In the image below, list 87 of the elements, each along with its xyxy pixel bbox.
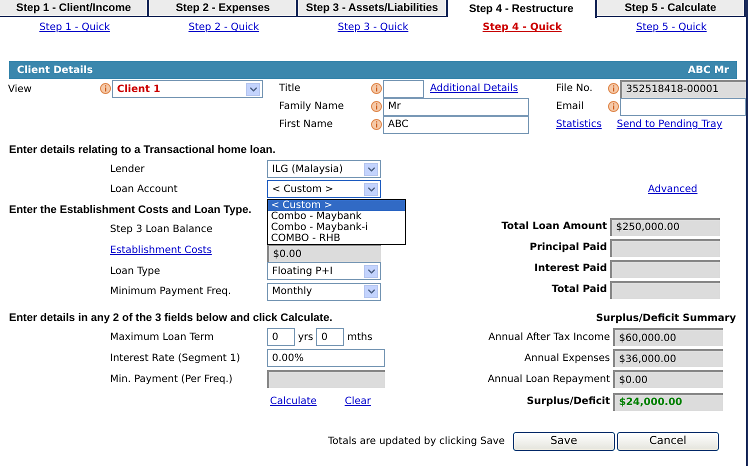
- quick-link[interactable]: Step 4 - Quick: [482, 20, 562, 36]
- field-label: Maximum Loan Term: [110, 330, 215, 344]
- file-number-field[interactable]: 352518418-00001: [620, 80, 746, 98]
- info-icon: [371, 119, 382, 130]
- step-tab[interactable]: Step 5 - Calculate: [596, 0, 746, 16]
- total-label: Principal Paid: [528, 241, 608, 255]
- total-field[interactable]: [610, 260, 720, 278]
- chevron-down-icon: [364, 162, 378, 176]
- field-label: Loan Type: [110, 264, 162, 278]
- quick-link[interactable]: Step 1 - Quick: [39, 20, 110, 36]
- step-tab[interactable]: Step 2 - Expenses: [149, 0, 298, 16]
- chevron-down-icon: [246, 82, 260, 96]
- total-field[interactable]: [610, 238, 720, 256]
- field-label: View: [8, 83, 33, 97]
- client-name: ABC Mr: [688, 64, 729, 78]
- min-payment-field[interactable]: [267, 370, 385, 388]
- step-tab[interactable]: Step 3 - Assets/Liabilities: [298, 0, 448, 16]
- info-icon: [371, 101, 382, 112]
- info-icon: [100, 83, 111, 94]
- field-label: First Name: [279, 118, 334, 132]
- calculate-link[interactable]: Calculate: [270, 394, 317, 409]
- send-to-pending-link[interactable]: Send to Pending Tray: [616, 117, 722, 132]
- step-tab[interactable]: Step 4 - Restructure: [448, 0, 597, 18]
- quick-link[interactable]: Step 5 - Quick: [636, 20, 707, 36]
- field-label: Loan Account: [110, 182, 179, 196]
- field-label: Title: [279, 82, 302, 96]
- years-field[interactable]: 0: [267, 328, 295, 346]
- statistics-link[interactable]: Statistics: [556, 117, 602, 132]
- dropdown-option[interactable]: Combo - Maybank-i: [268, 222, 405, 232]
- field-label: Min. Payment (Per Freq.): [110, 372, 234, 386]
- chevron-down-icon: [364, 182, 378, 196]
- field-label: Minimum Payment Freq.: [110, 285, 232, 299]
- info-icon: [371, 83, 382, 94]
- section-heading: Enter details in any 2 of the 3 fields below and click Calculate.: [9, 311, 332, 326]
- summary-field[interactable]: $0.00: [613, 370, 723, 388]
- info-icon: [608, 83, 619, 94]
- footer-note: Totals are updated by clicking Save: [328, 434, 505, 448]
- client-select[interactable]: Client 1: [112, 80, 263, 98]
- summary-label: Surplus/Deficit: [526, 395, 611, 409]
- field-label: Interest Rate (Segment 1): [110, 352, 242, 366]
- text-field[interactable]: ABC: [383, 116, 530, 134]
- summary-title: Surplus/Deficit Summary: [596, 312, 736, 326]
- cancel-button[interactable]: Cancel: [616, 432, 719, 450]
- info-icon: [608, 101, 619, 112]
- section-heading: Enter details relating to a Transactional home loan.: [9, 144, 276, 156]
- field-label: Lender: [110, 162, 146, 176]
- total-field[interactable]: [610, 280, 720, 298]
- advanced-link[interactable]: Advanced: [648, 182, 698, 196]
- unit-label: yrs: [298, 330, 314, 344]
- save-button[interactable]: Save: [512, 432, 615, 450]
- text-field[interactable]: Mr: [383, 98, 530, 116]
- step-tab[interactable]: Step 1 - Client/Income: [0, 0, 150, 16]
- lender-select[interactable]: ILG (Malaysia): [267, 160, 381, 178]
- unit-label: mths: [347, 330, 372, 344]
- additional-details-link[interactable]: Additional Details: [430, 81, 518, 96]
- summary-field[interactable]: $36,000.00: [613, 349, 723, 367]
- section-title: Client Details: [17, 64, 93, 78]
- email-field[interactable]: [620, 98, 746, 116]
- clear-link[interactable]: Clear: [344, 394, 371, 409]
- field-label: File No.: [556, 82, 594, 96]
- field-label: Family Name: [279, 100, 345, 114]
- text-field[interactable]: [383, 80, 424, 98]
- dropdown-option[interactable]: COMBO - RHB: [268, 232, 405, 244]
- summary-label: Annual After Tax Income: [487, 330, 611, 344]
- quick-link[interactable]: Step 2 - Quick: [188, 20, 260, 36]
- section-heading: Enter the Establishment Costs and Loan Type.: [9, 203, 252, 218]
- total-label: Interest Paid: [533, 262, 608, 276]
- loan-account-select[interactable]: < Custom >: [267, 180, 381, 198]
- total-label: Total Loan Amount: [500, 220, 608, 234]
- summary-label: Annual Expenses: [523, 352, 611, 366]
- months-field[interactable]: 0: [316, 328, 344, 346]
- field-label: Step 3 Loan Balance: [110, 223, 214, 237]
- total-label: Total Paid: [550, 283, 608, 297]
- establishment-costs-link[interactable]: Establishment Costs: [110, 242, 267, 258]
- chevron-down-icon: [364, 264, 378, 278]
- interest-rate-field[interactable]: 0.00%: [267, 349, 385, 367]
- dropdown-option[interactable]: < Custom >: [268, 200, 405, 210]
- quick-link[interactable]: Step 3 - Quick: [338, 20, 408, 36]
- summary-field[interactable]: $60,000.00: [613, 328, 723, 346]
- chevron-down-icon: [364, 285, 378, 298]
- summary-label: Annual Loan Repayment: [486, 372, 611, 386]
- payment-frequency-select[interactable]: Monthly: [267, 282, 381, 300]
- total-field[interactable]: $250,000.00: [610, 218, 720, 236]
- dropdown-option[interactable]: Combo - Maybank: [268, 210, 405, 222]
- field-label: Email: [556, 100, 585, 114]
- summary-field[interactable]: $24,000.00: [613, 392, 723, 410]
- loan-type-select[interactable]: Floating P+I: [267, 262, 381, 280]
